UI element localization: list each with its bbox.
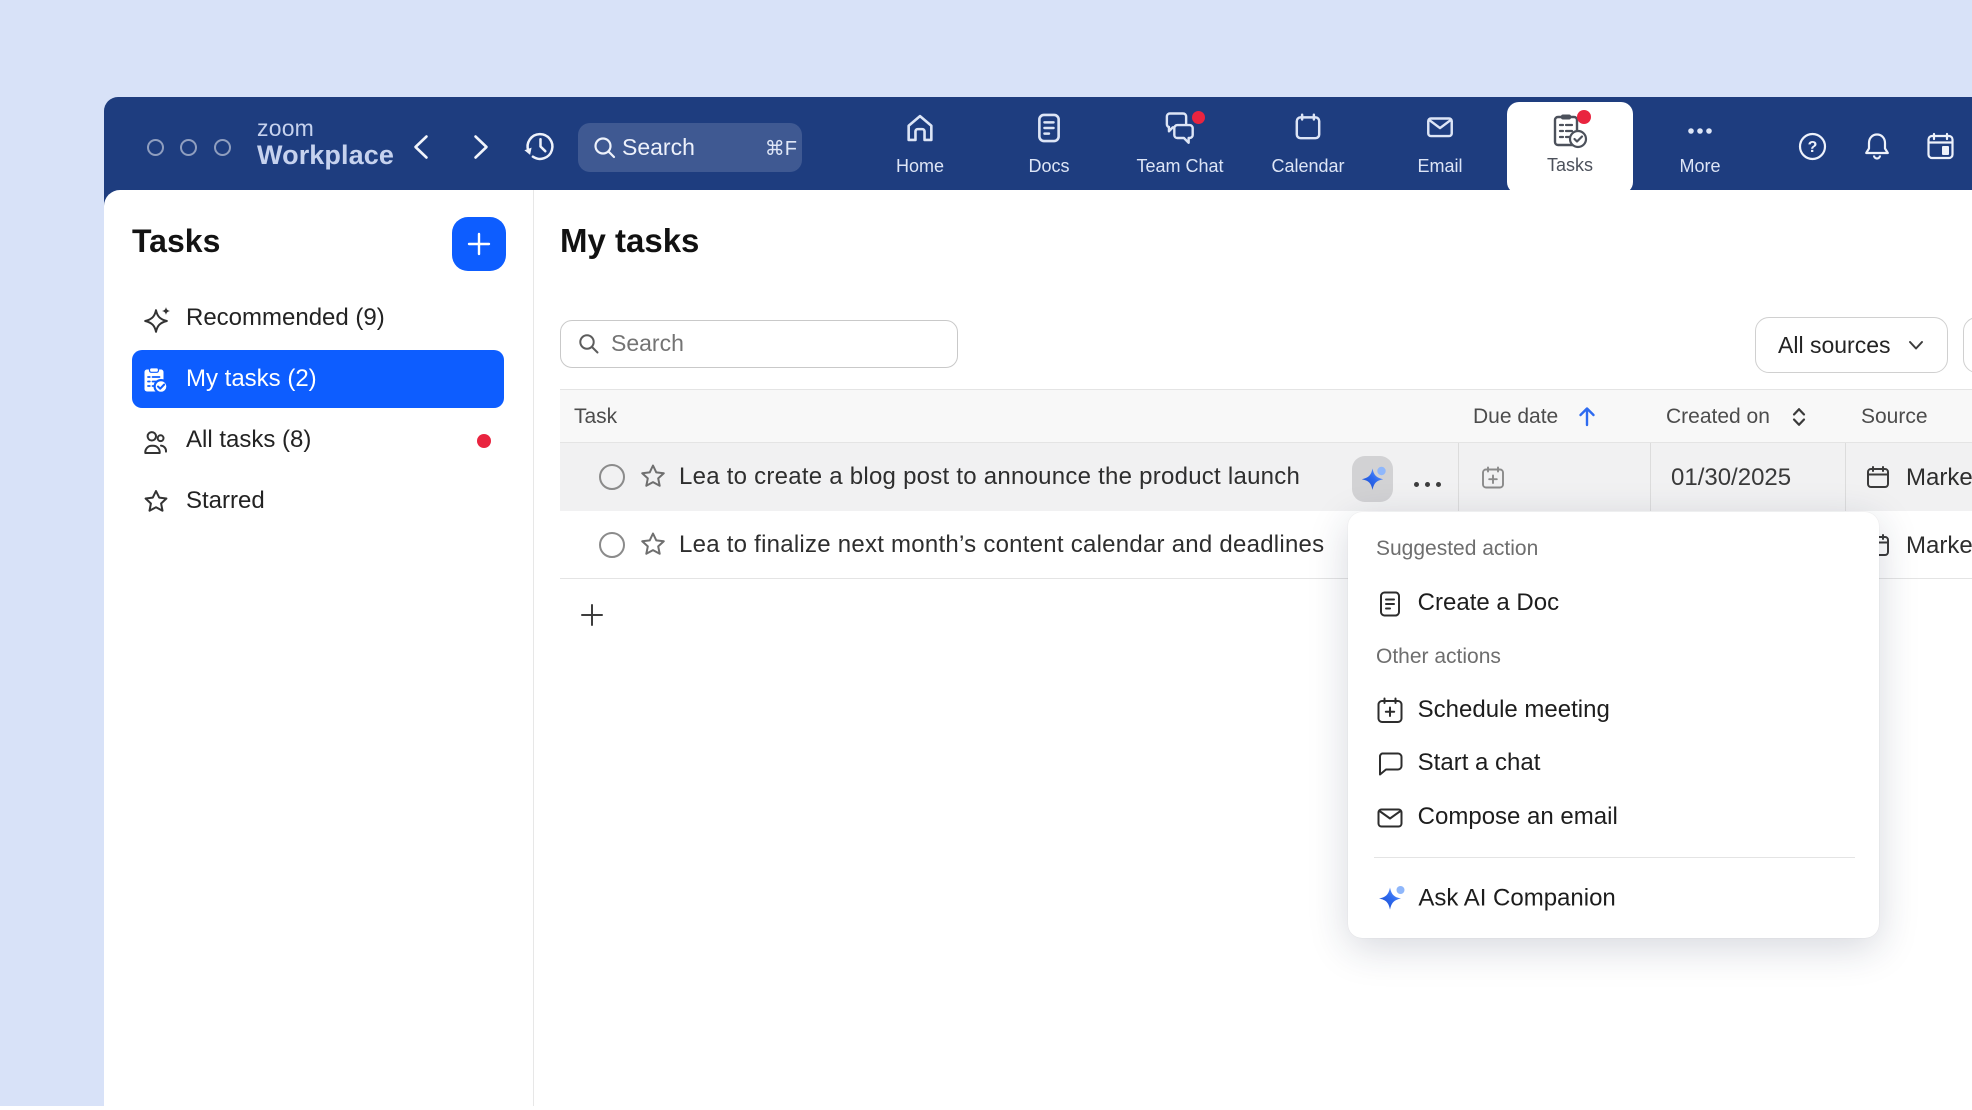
svg-text:?: ? — [1808, 139, 1818, 156]
